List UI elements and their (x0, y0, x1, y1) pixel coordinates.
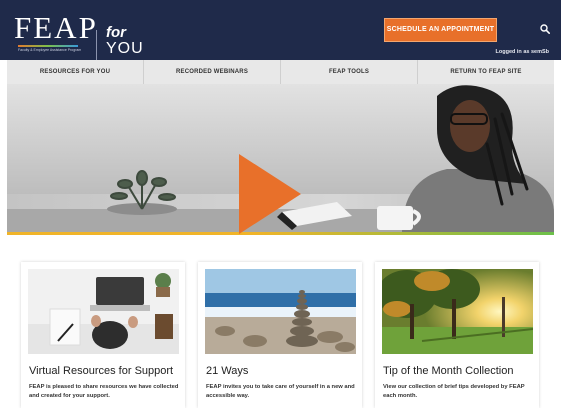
logo-subtitle: Faculty & Employee Assistance Program (18, 48, 82, 52)
page: FEAP Faculty & Employee Assistance Progr… (0, 0, 561, 408)
card-title[interactable]: Tip of the Month Collection (383, 365, 513, 377)
play-icon[interactable] (239, 154, 301, 234)
card-image-stones (205, 269, 356, 354)
card-virtual-resources[interactable]: Virtual Resources for Support FEAP is pl… (21, 262, 185, 408)
nav-return-to-feap-site[interactable]: RETURN TO FEAP SITE (418, 60, 554, 84)
nav-resources-for-you[interactable]: RESOURCES FOR YOU (7, 60, 144, 84)
nav-recorded-webinars[interactable]: RECORDED WEBINARS (144, 60, 281, 84)
logo-you: YOU (106, 40, 144, 57)
logo-for: for (106, 24, 126, 41)
card-description: FEAP invites you to take care of yoursel… (206, 384, 355, 399)
card-description: FEAP is pleased to share resources we ha… (29, 384, 179, 399)
card-image-park (382, 269, 533, 354)
card-title[interactable]: Virtual Resources for Support (29, 365, 173, 377)
card-title[interactable]: 21 Ways (206, 365, 248, 377)
logged-in-status: Logged in as semSb (495, 49, 549, 55)
logo-color-bar (18, 45, 78, 47)
feap-logo[interactable]: FEAP Faculty & Employee Assistance Progr… (14, 10, 143, 60)
card-21-ways[interactable]: 21 Ways FEAP invites you to take care of… (198, 262, 362, 408)
nav-feap-tools[interactable]: FEAP TOOLS (281, 60, 418, 84)
search-icon[interactable] (540, 24, 550, 34)
main-nav: RESOURCES FOR YOU RECORDED WEBINARS FEAP… (7, 60, 554, 84)
site-header: FEAP Faculty & Employee Assistance Progr… (0, 0, 561, 60)
logo-text: FEAP (14, 10, 98, 45)
card-image-laptop (28, 269, 179, 354)
card-tip-of-the-month[interactable]: Tip of the Month Collection View our col… (375, 262, 539, 408)
card-description: View our collection of brief tips develo… (383, 384, 525, 399)
schedule-appointment-button[interactable]: SCHEDULE AN APPOINTMENT (384, 18, 497, 42)
logo-divider (96, 30, 97, 60)
